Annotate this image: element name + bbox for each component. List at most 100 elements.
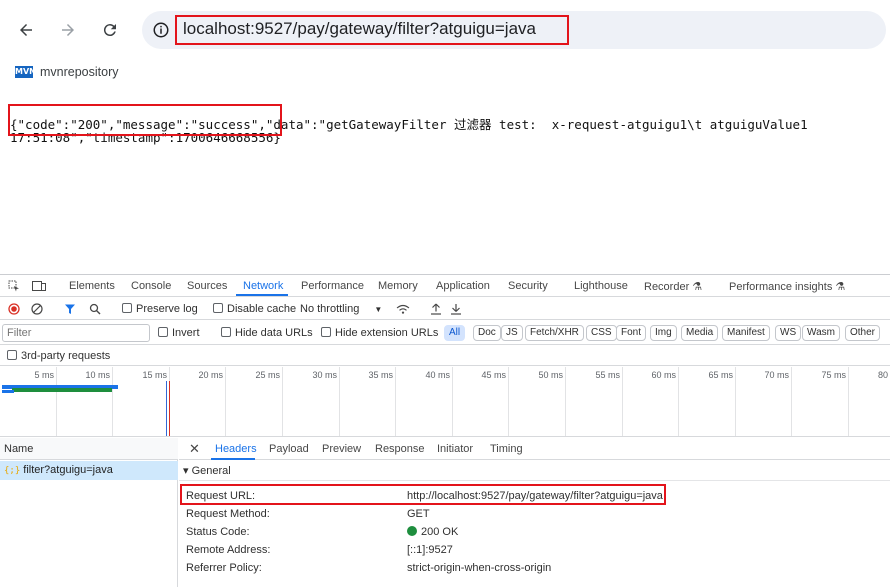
name-column-header[interactable]: Name — [0, 438, 178, 460]
request-method-value: GET — [407, 508, 430, 520]
timeline-request-bar-tail — [2, 390, 14, 393]
reload-button[interactable] — [96, 16, 124, 44]
filter-input[interactable] — [2, 324, 150, 342]
preserve-log-checkbox[interactable]: Preserve log — [122, 303, 198, 315]
network-conditions-icon[interactable] — [395, 303, 411, 315]
request-panel: Name {;} filter?atguigu=java ✕ Headers Pa… — [0, 438, 890, 587]
network-toolbar: Preserve log Disable cache No throttling… — [0, 298, 890, 320]
filter-chip-all[interactable]: All — [444, 325, 466, 341]
tab-headers[interactable]: Headers — [215, 443, 257, 455]
checkbox-icon — [7, 350, 17, 360]
arrow-left-icon — [20, 24, 32, 36]
filter-chip-manifest[interactable]: Manifest — [722, 325, 770, 341]
network-filter-bar: Invert Hide data URLs Hide extension URL… — [0, 321, 890, 345]
tab-response[interactable]: Response — [375, 443, 425, 455]
filter-chip-fetch-xhr[interactable]: Fetch/XHR — [525, 325, 584, 341]
third-party-requests-checkbox[interactable]: 3rd-party requests — [7, 350, 110, 362]
disable-cache-checkbox[interactable]: Disable cache — [213, 303, 296, 315]
hide-extension-urls-checkbox[interactable]: Hide extension URLs — [321, 327, 438, 339]
request-url-highlight-box — [180, 484, 666, 505]
download-icon[interactable] — [450, 303, 462, 315]
tab-lighthouse[interactable]: Lighthouse — [574, 280, 628, 292]
filter-chip-media[interactable]: Media — [681, 325, 719, 341]
throttling-select[interactable]: No throttling ▼ — [300, 303, 382, 315]
checkbox-icon — [122, 303, 132, 313]
remote-address-label: Remote Address: — [186, 544, 271, 556]
tab-network[interactable]: Network — [243, 280, 283, 292]
device-toolbar-icon[interactable] — [32, 280, 46, 292]
arrow-right-icon — [62, 24, 74, 36]
mvn-bookmark-icon: MVN — [15, 66, 36, 78]
devtools-tabbar: Elements Console Sources Network Perform… — [0, 275, 890, 297]
record-icon[interactable] — [8, 303, 20, 315]
search-icon[interactable] — [89, 303, 101, 315]
tab-application[interactable]: Application — [436, 280, 490, 292]
referrer-policy-value: strict-origin-when-cross-origin — [407, 562, 552, 574]
inspect-element-icon[interactable] — [8, 280, 20, 292]
timeline-gridline — [0, 367, 890, 436]
requests-list: Name {;} filter?atguigu=java — [0, 438, 178, 587]
tab-memory[interactable]: Memory — [378, 280, 418, 292]
filter-chip-wasm[interactable]: Wasm — [802, 325, 840, 341]
json-highlight-box — [8, 104, 282, 136]
invert-checkbox[interactable]: Invert — [158, 327, 200, 339]
active-detail-tab-indicator — [211, 458, 255, 460]
filter-chip-font[interactable]: Font — [616, 325, 647, 341]
checkbox-icon — [321, 327, 331, 337]
close-icon[interactable]: ✕ — [189, 441, 200, 457]
timeline-tick-label: 80 — [877, 370, 888, 380]
filter-chip-css[interactable]: CSS — [586, 325, 617, 341]
tab-performance[interactable]: Performance — [301, 280, 364, 292]
active-tab-indicator — [236, 294, 288, 296]
filter-chip-other[interactable]: Other — [845, 325, 881, 341]
tab-recorder[interactable]: Recorder ⚗ — [644, 280, 702, 293]
checkbox-icon — [213, 303, 223, 313]
request-row[interactable]: {;} filter?atguigu=java — [0, 461, 178, 480]
info-icon[interactable] — [152, 21, 170, 39]
filter-chip-ws[interactable]: WS — [775, 325, 802, 341]
devtools-panel: Elements Console Sources Network Perform… — [0, 274, 890, 587]
back-button[interactable] — [12, 16, 40, 44]
checkbox-icon — [158, 327, 168, 337]
tab-initiator[interactable]: Initiator — [437, 443, 473, 455]
status-ok-icon — [407, 526, 417, 536]
tab-payload[interactable]: Payload — [269, 443, 309, 455]
filter-chip-doc[interactable]: Doc — [473, 325, 501, 341]
forward-button[interactable] — [54, 16, 82, 44]
upload-icon[interactable] — [430, 303, 442, 315]
request-method-label: Request Method: — [186, 508, 270, 520]
request-detail: ✕ Headers Payload Preview Response Initi… — [179, 438, 890, 587]
hide-data-urls-checkbox[interactable]: Hide data URLs — [221, 327, 313, 339]
status-code-value: 200 OK — [407, 526, 458, 538]
bookmarks-bar — [0, 58, 890, 88]
xhr-icon: {;} — [4, 466, 21, 476]
detail-tabbar: ✕ Headers Payload Preview Response Initi… — [179, 438, 890, 460]
tab-preview[interactable]: Preview — [322, 443, 361, 455]
checkbox-icon — [221, 327, 231, 337]
tab-performance-insights[interactable]: Performance insights ⚗ — [729, 280, 845, 293]
tab-sources[interactable]: Sources — [187, 280, 227, 292]
filter-chip-js[interactable]: JS — [501, 325, 523, 341]
filter-chip-img[interactable]: Img — [650, 325, 677, 341]
chevron-down-icon: ▼ — [374, 305, 383, 314]
reload-icon — [103, 24, 116, 37]
remote-address-value: [::1]:9527 — [407, 544, 453, 556]
bookmark-mvnrepository[interactable]: mvnrepository — [40, 65, 119, 79]
request-name: filter?atguigu=java — [23, 464, 113, 476]
general-section-header[interactable]: ▾ General — [179, 461, 890, 479]
third-party-row: 3rd-party requests — [0, 346, 890, 366]
tab-timing[interactable]: Timing — [490, 443, 523, 455]
status-code-label: Status Code: — [186, 526, 250, 538]
browser-toolbar: localhost:9527/pay/gateway/filter?atguig… — [0, 0, 890, 58]
referrer-policy-label: Referrer Policy: — [186, 562, 262, 574]
tab-security[interactable]: Security — [508, 280, 548, 292]
tab-console[interactable]: Console — [131, 280, 171, 292]
tab-elements[interactable]: Elements — [69, 280, 115, 292]
filter-icon[interactable] — [64, 303, 76, 315]
load-event-marker — [169, 381, 170, 436]
url-text[interactable]: localhost:9527/pay/gateway/filter?atguig… — [183, 19, 536, 39]
network-overview-timeline[interactable]: 5 ms 10 ms 15 ms 20 ms 25 ms 30 ms 35 ms 40 ms 4… — [0, 367, 890, 437]
clear-icon[interactable] — [31, 303, 43, 315]
divider — [179, 480, 890, 481]
timeline-waiting-bar — [12, 388, 112, 392]
